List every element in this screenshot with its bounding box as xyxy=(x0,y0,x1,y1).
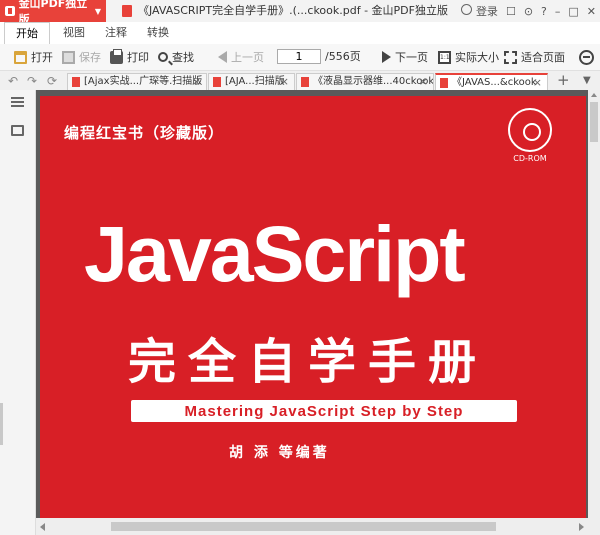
cover-title-cn: 完全自学手册 xyxy=(128,334,489,390)
help-button[interactable]: ? xyxy=(541,5,547,18)
fit-page-icon xyxy=(504,50,517,64)
pdf-file-icon xyxy=(122,5,132,17)
scroll-left-icon[interactable] xyxy=(40,523,45,531)
print-label: 打印 xyxy=(127,51,149,64)
printer-icon xyxy=(110,48,123,64)
window-title-text: 《JAVASCRIPT完全自学手册》.(...ckook.pdf - 金山PDF… xyxy=(138,4,448,17)
search-icon xyxy=(158,52,168,62)
doc-tab[interactable]: [Ajax实战...广琛等.扫描版 × xyxy=(67,73,207,90)
close-tab-icon[interactable]: × xyxy=(192,74,201,90)
fit-page-button[interactable]: 适合页面 xyxy=(504,44,565,70)
doc-tab-label: 《液晶显示器维...40ckook xyxy=(313,76,434,87)
doc-tab-active[interactable]: 《JAVAS...&ckook × xyxy=(435,73,548,90)
tab-annotate[interactable]: 注释 xyxy=(96,22,136,44)
page-total: /556页 xyxy=(325,50,361,63)
book-cover-page: 编程红宝书（珍藏版） CD-ROM JavaScript 完全自学手册 Mast… xyxy=(40,96,586,518)
print-button[interactable]: 打印 xyxy=(110,44,149,70)
skin-icon[interactable]: ⊙ xyxy=(524,5,533,18)
title-bar: 金山PDF独立版 ▼ 《JAVASCRIPT完全自学手册》.(...ckook.… xyxy=(0,0,600,26)
actual-size-button[interactable]: 实际大小 xyxy=(438,44,499,70)
doc-tab-label: [AJA...扫描版 xyxy=(225,76,285,87)
chevron-down-icon: ▼ xyxy=(94,6,101,16)
login-label: 登录 xyxy=(475,5,498,18)
page-number-input[interactable] xyxy=(277,49,321,64)
arrow-right-icon xyxy=(382,51,391,63)
prev-page-label: 上一页 xyxy=(231,51,264,64)
undo-icon[interactable]: ↶ xyxy=(8,74,18,88)
cd-rom-icon xyxy=(508,108,552,152)
user-icon xyxy=(461,4,473,15)
open-label: 打开 xyxy=(31,51,53,64)
folder-icon xyxy=(14,50,27,64)
pdf-file-icon xyxy=(213,77,221,87)
comment-icon[interactable] xyxy=(11,125,24,136)
close-tab-icon[interactable]: × xyxy=(419,74,428,90)
pdf-file-icon xyxy=(440,78,448,88)
cover-subtitle-band: Mastering JavaScript Step by Step xyxy=(131,400,517,422)
toolbar: 打开 保存 打印 查找 上一页 /556页 下一页 实际大小 适合页面 xyxy=(0,44,600,71)
ribbon-tabs: 开始 视图 注释 转换 xyxy=(0,22,600,45)
tab-view[interactable]: 视图 xyxy=(54,22,94,44)
find-button[interactable]: 查找 xyxy=(158,44,194,70)
document-viewer[interactable]: 编程红宝书（珍藏版） CD-ROM JavaScript 完全自学手册 Mast… xyxy=(36,90,588,518)
vertical-scrollbar[interactable] xyxy=(588,90,600,518)
feedback-icon[interactable]: ☐ xyxy=(506,5,516,18)
cover-title-en: JavaScript xyxy=(84,209,466,298)
cover-subtitle: Mastering JavaScript Step by Step xyxy=(184,402,464,420)
zoom-out-icon[interactable] xyxy=(579,50,594,65)
save-button[interactable]: 保存 xyxy=(62,44,101,70)
doc-tab[interactable]: [AJA...扫描版 × xyxy=(208,73,295,90)
maximize-button[interactable]: □ xyxy=(568,5,578,18)
document-tabs: ↶ ↷ ⟳ [Ajax实战...广琛等.扫描版 × [AJA...扫描版 × 《… xyxy=(0,71,600,91)
horizontal-scrollbar[interactable] xyxy=(36,518,588,535)
app-menu-button[interactable]: 金山PDF独立版 ▼ xyxy=(0,0,106,26)
tab-start[interactable]: 开始 xyxy=(4,22,50,44)
horizontal-scroll-thumb[interactable] xyxy=(111,522,496,531)
login-button[interactable]: 登录 xyxy=(461,3,498,19)
doc-tab-label: [Ajax实战...广琛等.扫描版 xyxy=(84,76,203,87)
close-button[interactable]: ✕ xyxy=(587,5,596,18)
tab-convert[interactable]: 转换 xyxy=(138,22,178,44)
scrollbar-corner xyxy=(588,518,600,535)
find-label: 查找 xyxy=(172,51,194,64)
bookmark-list-icon[interactable] xyxy=(11,97,24,108)
actual-size-label: 实际大小 xyxy=(455,51,499,64)
arrow-left-icon xyxy=(218,51,227,63)
cover-author: 胡 添 等编著 xyxy=(229,445,330,461)
save-label: 保存 xyxy=(79,51,101,64)
cd-rom-label: CD-ROM xyxy=(513,154,547,163)
doc-tab-label: 《JAVAS...&ckook xyxy=(452,77,537,88)
tab-list-icon[interactable]: ▼ xyxy=(583,71,591,90)
new-tab-button[interactable]: + xyxy=(557,71,570,90)
next-page-button[interactable]: 下一页 xyxy=(382,44,428,70)
window-title: 《JAVASCRIPT完全自学手册》.(...ckook.pdf - 金山PDF… xyxy=(122,0,448,22)
next-page-label: 下一页 xyxy=(395,51,428,64)
close-tab-icon[interactable]: × xyxy=(533,75,542,90)
vertical-scroll-thumb[interactable] xyxy=(590,102,598,142)
window-controls: 登录 ☐ ⊙ ? – □ ✕ xyxy=(461,0,596,22)
prev-page-button[interactable]: 上一页 xyxy=(218,44,264,70)
doc-tab[interactable]: 《液晶显示器维...40ckook × xyxy=(296,73,434,90)
sidebar-resize-handle[interactable] xyxy=(0,403,3,445)
open-button[interactable]: 打开 xyxy=(14,44,53,70)
cover-series: 编程红宝书（珍藏版） xyxy=(64,124,225,142)
pdf-file-icon xyxy=(301,77,309,87)
fit-page-label: 适合页面 xyxy=(521,51,565,64)
scroll-right-icon[interactable] xyxy=(579,523,584,531)
actual-size-icon xyxy=(438,50,451,64)
close-tab-icon[interactable]: × xyxy=(280,74,289,90)
minimize-button[interactable]: – xyxy=(555,5,561,18)
save-icon xyxy=(62,50,75,64)
scroll-up-icon[interactable] xyxy=(591,93,597,97)
refresh-icon[interactable]: ⟳ xyxy=(47,74,57,88)
left-sidebar xyxy=(0,90,36,535)
app-logo-icon xyxy=(5,6,15,16)
redo-icon[interactable]: ↷ xyxy=(27,74,37,88)
pdf-file-icon xyxy=(72,77,80,87)
